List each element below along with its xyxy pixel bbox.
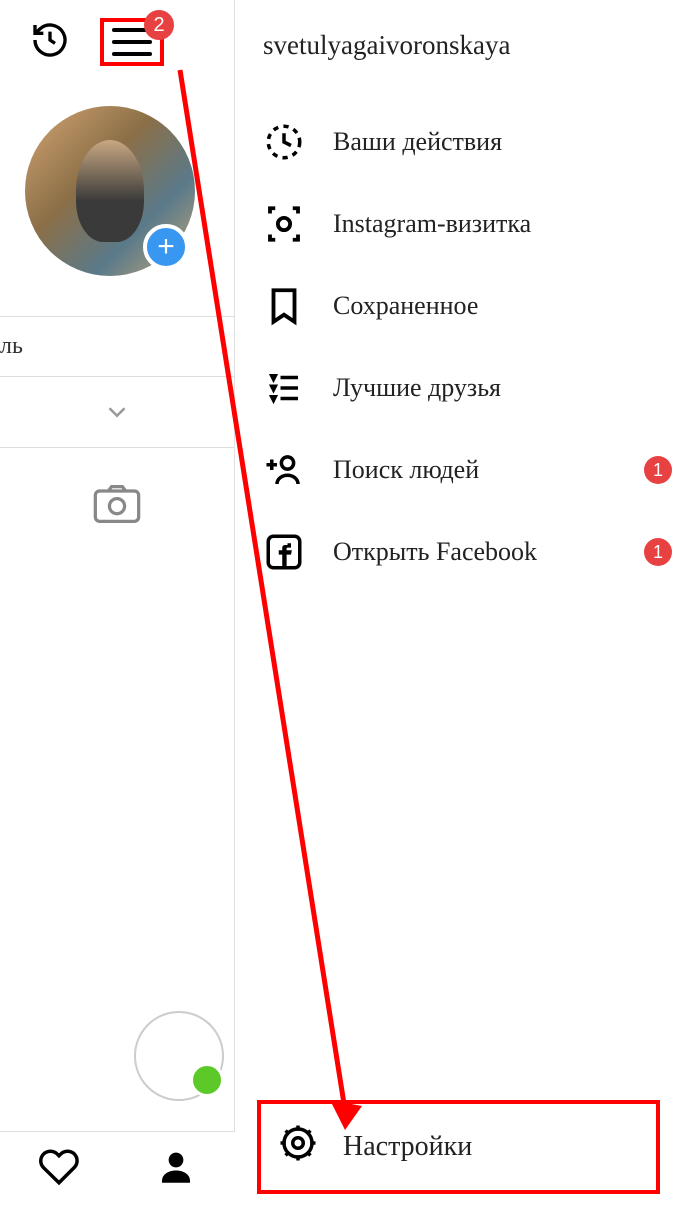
profile-tab-icon[interactable] xyxy=(155,1146,197,1193)
notification-badge: 1 xyxy=(644,538,672,566)
menu-item-activity[interactable]: Ваши действия xyxy=(263,101,680,183)
hamburger-badge: 2 xyxy=(144,10,174,40)
bookmark-icon xyxy=(263,285,305,327)
settings-label: Настройки xyxy=(343,1131,472,1163)
expand-chevron[interactable] xyxy=(0,377,234,448)
menu-label: Ваши действия xyxy=(333,127,680,157)
menu-item-facebook[interactable]: Открыть Facebook 1 xyxy=(263,511,680,593)
menu-item-saved[interactable]: Сохраненное xyxy=(263,265,680,347)
side-menu-panel: svetulyagaivoronskaya Ваши действия Inst… xyxy=(235,0,700,1206)
menu-label: Лучшие друзья xyxy=(333,373,680,403)
menu-label: Instagram-визитка xyxy=(333,209,680,239)
archive-icon[interactable] xyxy=(30,20,70,65)
menu-item-nametag[interactable]: Instagram-визитка xyxy=(263,183,680,265)
close-friends-icon xyxy=(263,367,305,409)
activity-heart-icon[interactable] xyxy=(38,1146,80,1193)
menu-item-discover-people[interactable]: Поиск людей 1 xyxy=(263,429,680,511)
camera-tab[interactable] xyxy=(0,448,234,560)
username-title: svetulyagaivoronskaya xyxy=(263,22,680,61)
add-story-button[interactable]: + xyxy=(143,224,189,270)
activity-clock-icon xyxy=(263,121,305,163)
settings-gear-icon xyxy=(277,1122,319,1172)
menu-item-close-friends[interactable]: Лучшие друзья xyxy=(263,347,680,429)
menu-label: Сохраненное xyxy=(333,291,680,321)
menu-label: Открыть Facebook xyxy=(333,537,616,567)
ghost-avatar-icon xyxy=(134,1011,224,1101)
facebook-icon xyxy=(263,531,305,573)
profile-left-strip: 2 + ль xyxy=(0,0,235,1206)
menu-item-settings[interactable]: Настройки xyxy=(257,1100,660,1194)
suggested-user[interactable] xyxy=(0,991,234,1121)
discover-people-icon xyxy=(263,449,305,491)
bottom-nav xyxy=(0,1131,235,1206)
edit-profile-fragment[interactable]: ль xyxy=(0,316,234,377)
menu-label: Поиск людей xyxy=(333,455,616,485)
nametag-icon xyxy=(263,203,305,245)
hamburger-menu-button[interactable]: 2 xyxy=(100,18,164,66)
notification-badge: 1 xyxy=(644,456,672,484)
profile-avatar[interactable]: + xyxy=(25,106,195,276)
